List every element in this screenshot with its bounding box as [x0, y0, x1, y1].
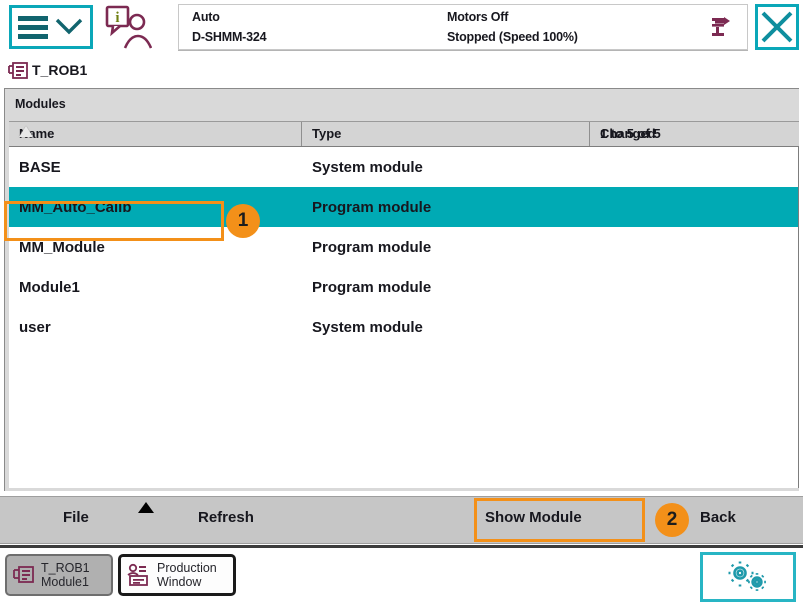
status-panel[interactable]: Auto D-SHMM-324 Motors Off Stopped (Spee…	[178, 4, 748, 50]
modules-panel: Modules Name Type Changed 1 to 5 of 5 BA…	[4, 88, 799, 491]
status-motors: Motors Off	[447, 10, 509, 24]
taskbar-button-line1: Production	[157, 561, 217, 575]
table-body: BASE System module MM_Auto_Calib Program mo…	[9, 147, 799, 488]
table-cell-changed	[600, 227, 790, 267]
table-cell-type: Program module	[312, 278, 432, 296]
svg-text:i: i	[115, 10, 119, 26]
robot-stopped-icon	[712, 17, 730, 36]
caret-up-icon[interactable]	[138, 502, 154, 513]
taskbar-button-label: T_ROB1 Module1	[41, 561, 90, 589]
task-tab-label: T_ROB1	[32, 62, 88, 78]
annotation-badge-1: 1	[226, 204, 260, 238]
modules-table: Name Type Changed 1 to 5 of 5 BASE System…	[9, 121, 799, 488]
task-module-icon	[13, 566, 34, 583]
task-module-icon	[8, 62, 28, 79]
table-cell-changed	[600, 187, 790, 227]
table-row[interactable]: user System module	[9, 307, 798, 347]
column-header-changed[interactable]: Changed 1 to 5 of 5	[590, 122, 799, 146]
status-controller-name: D-SHMM-324	[192, 30, 267, 44]
close-button[interactable]	[755, 4, 799, 50]
status-execution: Stopped (Speed 100%)	[447, 30, 578, 44]
annotation-highlight-2	[474, 498, 645, 542]
taskbar-button-line2: Window	[157, 575, 202, 589]
taskbar-button-line1: T_ROB1	[41, 561, 90, 575]
taskbar-button-production-window[interactable]: Production Window	[118, 554, 236, 596]
table-cell-type: Program module	[312, 238, 432, 256]
operator-info-icon[interactable]: i	[104, 5, 152, 50]
sort-ascending-icon	[19, 126, 33, 137]
taskbar-button-label: Production Window	[157, 561, 217, 589]
table-cell-name: user	[19, 318, 51, 336]
refresh-button[interactable]: Refresh	[198, 509, 254, 526]
table-cell-type: System module	[312, 158, 423, 176]
taskbar-button-line2: Module1	[41, 575, 89, 589]
taskbar: T_ROB1 Module1 Production Window	[0, 545, 803, 605]
taskbar-button-t-rob1-module1[interactable]: T_ROB1 Module1	[5, 554, 113, 596]
app-header: i Auto D-SHMM-324 Motors Off Stopped (Sp…	[0, 0, 803, 55]
table-cell-changed	[600, 147, 790, 187]
table-row[interactable]: BASE System module	[9, 147, 798, 187]
main-menu-button[interactable]	[9, 5, 93, 49]
column-header-name[interactable]: Name	[9, 122, 302, 146]
column-header-type-label: Type	[312, 126, 342, 141]
close-icon	[761, 11, 793, 43]
column-header-type[interactable]: Type	[302, 122, 590, 146]
back-button[interactable]: Back	[700, 509, 736, 526]
production-window-icon	[127, 563, 148, 586]
status-operating-mode: Auto	[192, 10, 220, 24]
task-tab-bar: T_ROB1	[0, 55, 803, 87]
table-cell-type: System module	[312, 318, 423, 336]
gears-icon	[728, 561, 766, 591]
hamburger-menu-icon	[18, 15, 48, 39]
quickset-button[interactable]	[700, 552, 796, 602]
annotation-badge-2: 2	[655, 503, 689, 537]
annotation-highlight-1	[4, 201, 224, 241]
file-menu-button[interactable]: File	[63, 509, 89, 526]
table-cell-name: BASE	[19, 158, 61, 176]
table-cell-changed	[600, 307, 790, 347]
table-cell-name: Module1	[19, 278, 80, 296]
chevron-down-icon	[55, 18, 83, 35]
table-header-row: Name Type Changed 1 to 5 of 5	[9, 121, 799, 147]
table-cell-type: Program module	[312, 198, 432, 216]
record-range-indicator: 1 to 5 of 5	[600, 126, 661, 141]
page-title: Modules	[15, 97, 66, 111]
table-row[interactable]: Module1 Program module	[9, 267, 798, 307]
table-cell-changed	[600, 267, 790, 307]
